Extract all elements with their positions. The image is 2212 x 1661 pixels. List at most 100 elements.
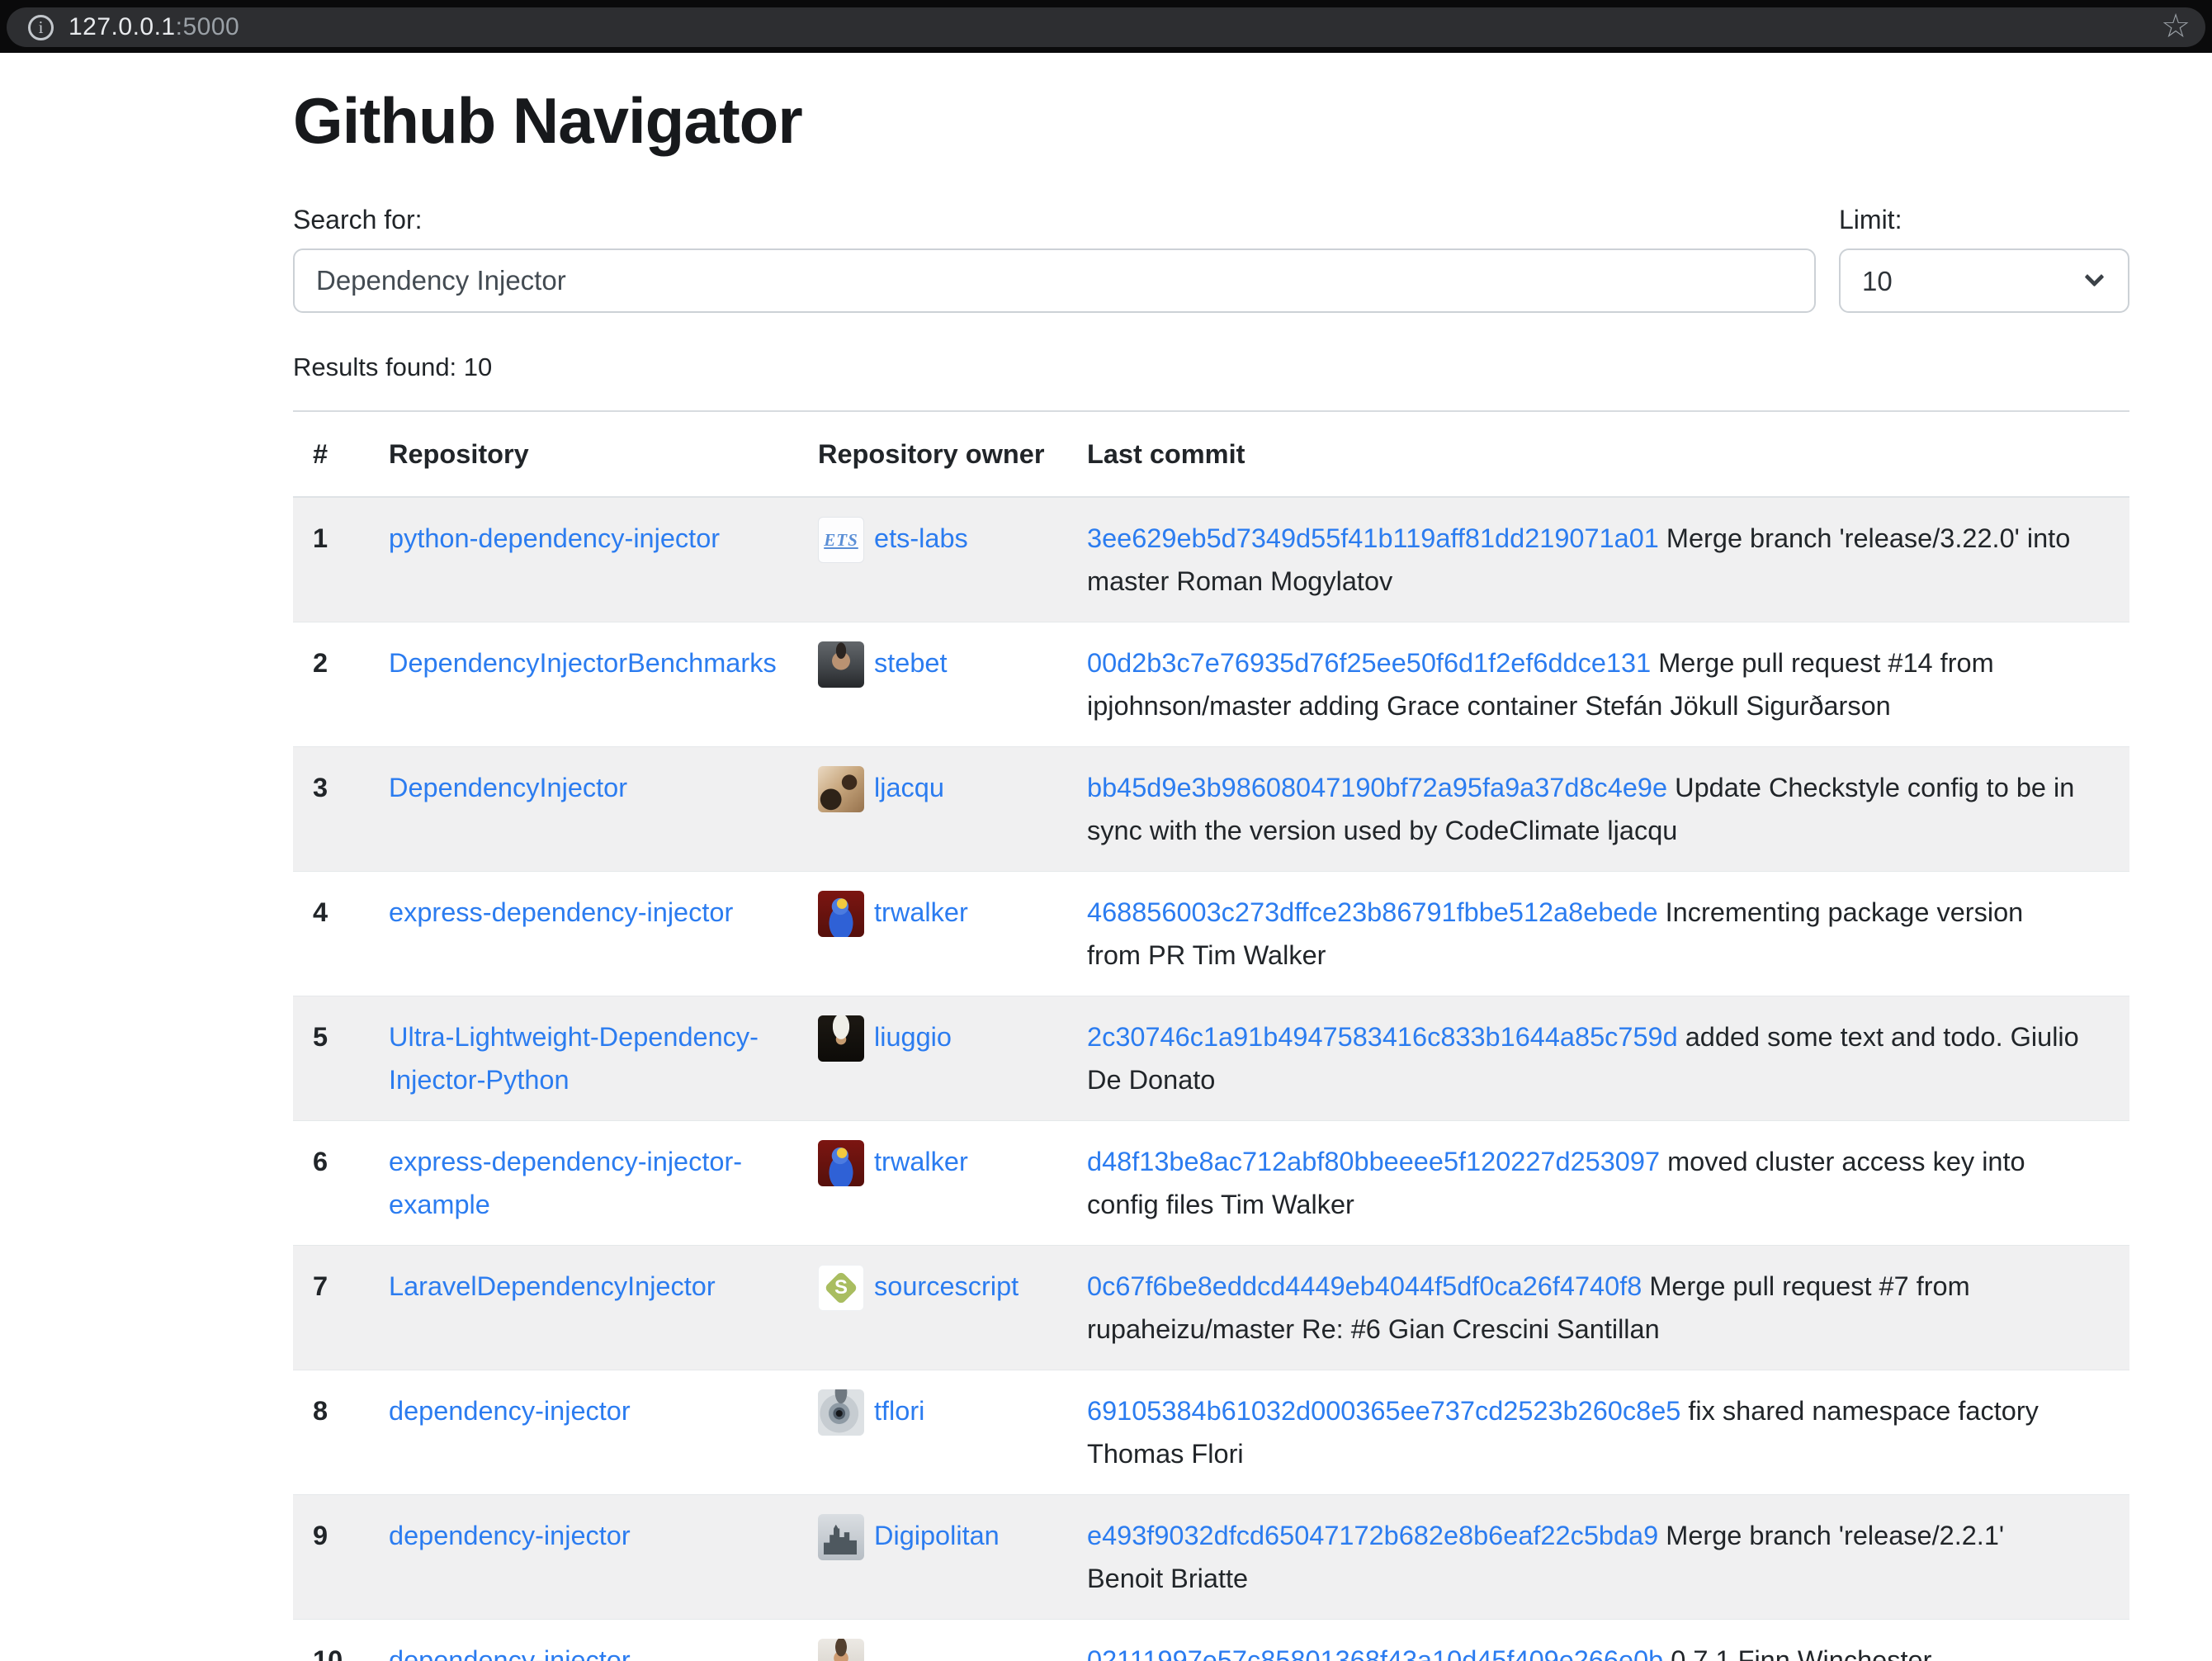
repo-link[interactable]: Ultra-Lightweight-Dependency-Injector-Py… (389, 1022, 759, 1095)
row-number: 7 (293, 1246, 369, 1370)
repo-link[interactable]: DependencyInjector (389, 773, 627, 802)
owner-link[interactable]: liuggio (874, 1022, 952, 1052)
row-number: 5 (293, 996, 369, 1121)
owner-avatar (818, 891, 864, 937)
owner-link[interactable]: Digipolitan (874, 1521, 1000, 1550)
info-icon[interactable] (28, 15, 54, 40)
avatar-text (818, 1389, 864, 1436)
commit-hash-link[interactable]: 468856003c273dffce23b86791fbbe512a8ebede (1087, 897, 1658, 927)
repo-link[interactable]: LaravelDependencyInjector (389, 1271, 716, 1301)
row-number: 6 (293, 1121, 369, 1246)
repository-cell: Ultra-Lightweight-Dependency-Injector-Py… (369, 996, 798, 1121)
commit-hash-link[interactable]: 00d2b3c7e76935d76f25ee50f6d1f2ef6ddce131 (1087, 648, 1651, 678)
owner-link[interactable]: stebet (874, 648, 948, 678)
commit-hash-link[interactable]: 02111997e57c85801368f43a10d45f409e266e0b (1087, 1645, 1663, 1661)
owner-link[interactable]: tflori (874, 1396, 924, 1426)
owner-cell: tflori (798, 1370, 1067, 1495)
avatar-text (818, 641, 864, 688)
bookmark-star-icon[interactable]: ☆ (2161, 7, 2191, 46)
col-header-repository: Repository (369, 411, 798, 497)
owner-link[interactable]: sourcescript (874, 1271, 1019, 1301)
owner-avatar: ETS (818, 517, 864, 563)
owner-link[interactable]: trwalker (874, 1147, 968, 1176)
owner-avatar (818, 1639, 864, 1661)
owner-cell: liuggio (798, 996, 1067, 1121)
row-number: 8 (293, 1370, 369, 1495)
table-row: 6 express-dependency-injector-example tr… (293, 1121, 2129, 1246)
row-number: 4 (293, 872, 369, 996)
row-number: 1 (293, 497, 369, 622)
search-field-group: Search for: (293, 205, 1816, 313)
commit-hash-link[interactable]: 3ee629eb5d7349d55f41b119aff81dd219071a01 (1087, 523, 1659, 553)
table-row: 3 DependencyInjector ljacqu bb45d9e3b986… (293, 747, 2129, 872)
repository-cell: express-dependency-injector-example (369, 1121, 798, 1246)
owner-avatar (818, 1015, 864, 1062)
limit-select[interactable]: 10 (1839, 248, 2129, 313)
repository-cell: dependency-injector (369, 1495, 798, 1620)
repo-link[interactable]: dependency-injector (389, 1521, 631, 1550)
repo-link[interactable]: express-dependency-injector-example (389, 1147, 742, 1219)
owner-link[interactable]: ljacqu (874, 773, 944, 802)
col-header-num: # (293, 411, 369, 497)
owner-cell: ETS ets-labs (798, 497, 1067, 622)
row-number: 10 (293, 1620, 369, 1661)
repo-link[interactable]: dependency-injector (389, 1645, 631, 1661)
commit-hash-link[interactable]: bb45d9e3b98608047190bf72a95fa9a37d8c4e9e (1087, 773, 1667, 802)
page-title: Github Navigator (293, 83, 2129, 159)
address-bar[interactable]: 127.0.0.1:5000 (7, 7, 2205, 47)
avatar-text (818, 1514, 864, 1560)
url-host: 127.0.0.1 (69, 13, 176, 40)
repository-cell: dependency-injector (369, 1370, 798, 1495)
browser-chrome: 127.0.0.1:5000 ☆ (0, 0, 2212, 53)
owner-avatar (818, 1514, 864, 1560)
avatar-text (818, 891, 864, 937)
owner-cell: trwalker (798, 1121, 1067, 1246)
avatar-text: ETS (819, 518, 863, 562)
row-number: 2 (293, 622, 369, 747)
owner-avatar (818, 1140, 864, 1186)
owner-link[interactable]: ets-labs (874, 523, 968, 553)
table-row: 8 dependency-injector tflori 69105384b61… (293, 1370, 2129, 1495)
results-summary: Results found: 10 (293, 353, 2129, 382)
col-header-owner: Repository owner (798, 411, 1067, 497)
repo-link[interactable]: DependencyInjectorBenchmarks (389, 648, 777, 678)
owner-avatar (818, 641, 864, 688)
commit-hash-link[interactable]: e493f9032dfcd65047172b682e8b6eaf22c5bda9 (1087, 1521, 1658, 1550)
repo-link[interactable]: express-dependency-injector (389, 897, 733, 927)
table-row: 2 DependencyInjectorBenchmarks stebet 00… (293, 622, 2129, 747)
table-row: 9 dependency-injector Digipolitan e493f9… (293, 1495, 2129, 1620)
repo-link[interactable]: dependency-injector (389, 1396, 631, 1426)
commit-cell: 00d2b3c7e76935d76f25ee50f6d1f2ef6ddce131… (1067, 622, 2129, 747)
owner-cell: trwalker (798, 872, 1067, 996)
owner-link[interactable]: trwalker (874, 897, 968, 927)
commit-cell: 3ee629eb5d7349d55f41b119aff81dd219071a01… (1067, 497, 2129, 622)
table-row: 1 python-dependency-injector ETS ets-labs… (293, 497, 2129, 622)
results-table: # Repository Repository owner Last commi… (293, 410, 2129, 1661)
owner-cell: stebet (798, 622, 1067, 747)
commit-hash-link[interactable]: 0c67f6be8eddcd4449eb4044f5df0ca26f4740f8 (1087, 1271, 1642, 1301)
results-table-body: 1 python-dependency-injector ETS ets-labs… (293, 497, 2129, 1661)
limit-label: Limit: (1839, 205, 2129, 235)
limit-field-group: Limit: 10 (1839, 205, 2129, 313)
avatar-text (818, 1639, 864, 1661)
table-row: 5 Ultra-Lightweight-Dependency-Injector-… (293, 996, 2129, 1121)
search-label: Search for: (293, 205, 1816, 235)
repo-link[interactable]: python-dependency-injector (389, 523, 720, 553)
commit-hash-link[interactable]: 69105384b61032d000365ee737cd2523b260c8e5 (1087, 1396, 1680, 1426)
commit-cell: 468856003c273dffce23b86791fbbe512a8ebede… (1067, 872, 2129, 996)
search-input[interactable] (293, 248, 1816, 313)
col-header-last-commit: Last commit (1067, 411, 2129, 497)
commit-cell: 2c30746c1a91b4947583416c833b1644a85c759d… (1067, 996, 2129, 1121)
owner-cell: Ssourcescript (798, 1246, 1067, 1370)
table-row: 7 LaravelDependencyInjector Ssourcescrip… (293, 1246, 2129, 1370)
commit-hash-link[interactable]: 2c30746c1a91b4947583416c833b1644a85c759d (1087, 1022, 1678, 1052)
commit-hash-link[interactable]: d48f13be8ac712abf80bbeeee5f120227d253097 (1087, 1147, 1660, 1176)
commit-message: 0.7.1 Finn Winchester (1671, 1645, 1931, 1661)
table-row: 4 express-dependency-injector trwalker 4… (293, 872, 2129, 996)
repository-cell: DependencyInjector (369, 747, 798, 872)
owner-cell: ljacqu (798, 747, 1067, 872)
owner-avatar: S (818, 1265, 864, 1311)
avatar-text (818, 1015, 864, 1062)
commit-cell: e493f9032dfcd65047172b682e8b6eaf22c5bda9… (1067, 1495, 2129, 1620)
commit-cell: d48f13be8ac712abf80bbeeee5f120227d253097… (1067, 1121, 2129, 1246)
